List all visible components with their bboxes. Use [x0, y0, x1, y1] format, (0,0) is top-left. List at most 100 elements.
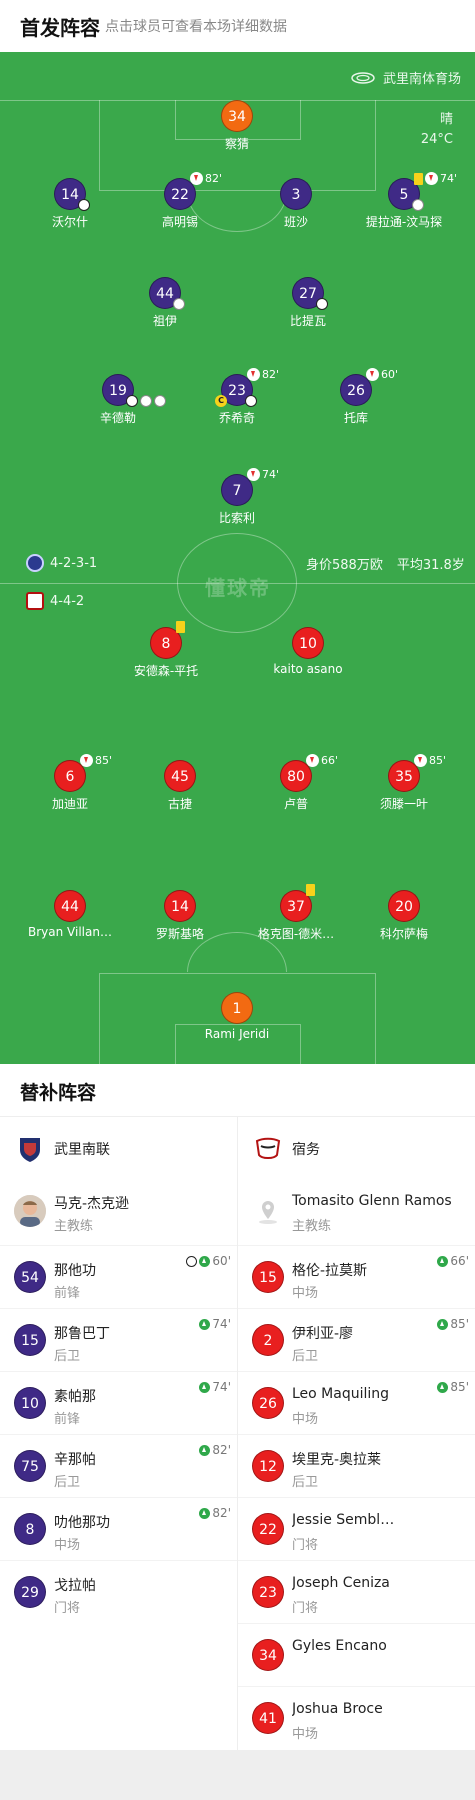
- home-player[interactable]: 22 82' 高明锡: [120, 172, 240, 230]
- sub-in-icon: [199, 1318, 211, 1330]
- sub-name: Gyles Encano: [292, 1638, 387, 1654]
- home-formation-row: 4-2-3-1: [26, 554, 97, 572]
- away-player[interactable]: 14 罗斯基咯: [120, 890, 240, 942]
- home-player[interactable]: 3 班沙: [236, 178, 356, 230]
- sub-number: 2: [252, 1324, 284, 1356]
- home-player[interactable]: 44 祖伊: [105, 277, 225, 329]
- home-crest-icon: [26, 554, 44, 572]
- home-team-row[interactable]: 武里南联: [0, 1117, 237, 1181]
- sub-in-minute: 66': [450, 1254, 469, 1268]
- sub-player-row[interactable]: 12 埃里克-奥拉莱 后卫: [238, 1434, 475, 1497]
- sub-name: 格伦-拉莫斯: [292, 1263, 368, 1279]
- sub-player-row[interactable]: 15 格伦-拉莫斯 中场 66': [238, 1245, 475, 1308]
- card-badge: [306, 884, 315, 896]
- sub-out-badge: 82': [247, 368, 279, 381]
- player-name: 察猜: [224, 137, 249, 151]
- sub-number: 15: [14, 1324, 46, 1356]
- player-number: 44: [54, 890, 86, 922]
- away-player[interactable]: 45 古捷: [120, 760, 240, 812]
- away-team-row[interactable]: 宿务: [238, 1117, 475, 1181]
- sub-player-row[interactable]: 26 Leo Maquiling 中场 85': [238, 1371, 475, 1434]
- sub-out-badge: 74': [247, 468, 279, 481]
- yellow-card-icon: [306, 884, 315, 896]
- sub-in-badge: 74': [199, 1317, 231, 1331]
- home-player[interactable]: 26 60' 托库: [296, 368, 416, 426]
- home-coach-row[interactable]: 马克-杰克逊 主教练: [0, 1181, 237, 1245]
- sub-position: 前锋: [54, 1286, 81, 1301]
- card-badge: [176, 621, 185, 633]
- sub-name: 伊利亚-廖: [292, 1326, 354, 1342]
- coach-role: 主教练: [292, 1219, 332, 1234]
- sub-name: Jessie Sembl…: [292, 1512, 395, 1528]
- venue-info: 武里南体育场: [351, 68, 461, 87]
- sub-player-row[interactable]: 2 伊利亚-廖 后卫 85': [238, 1308, 475, 1371]
- sub-number: 26: [252, 1387, 284, 1419]
- away-player[interactable]: 6 85' 加迪亚: [10, 754, 130, 812]
- sub-player-row[interactable]: 41 Joshua Broce 中场: [238, 1686, 475, 1749]
- sub-out-icon: [247, 368, 260, 381]
- sub-number: 34: [252, 1639, 284, 1671]
- sub-player-row[interactable]: 75 辛那帕 后卫 82': [0, 1434, 237, 1497]
- sub-name: 戈拉帕: [54, 1578, 96, 1594]
- sub-position: 中场: [292, 1286, 319, 1301]
- yellow-card-icon: [414, 172, 423, 185]
- sub-out-icon: [366, 368, 379, 381]
- watermark-logo: 懂球帝: [205, 576, 271, 600]
- sub-in-minute: 82': [212, 1506, 231, 1520]
- player-name: Rami Jeridi: [204, 1027, 270, 1041]
- sub-player-row[interactable]: 22 Jessie Sembl… 门将: [238, 1497, 475, 1560]
- sub-player-row[interactable]: 34 Gyles Encano: [238, 1623, 475, 1686]
- home-player[interactable]: 27 比提瓦: [248, 277, 368, 329]
- sub-player-row[interactable]: 29 戈拉帕 门将: [0, 1560, 237, 1623]
- sub-out-icon: [190, 172, 203, 185]
- away-player[interactable]: 10 kaito asano: [248, 627, 368, 676]
- sub-player-row[interactable]: 23 Joseph Ceniza 门将: [238, 1560, 475, 1623]
- sub-player-row[interactable]: 10 素帕那 前锋 74': [0, 1371, 237, 1434]
- sub-position: 中场: [54, 1538, 81, 1553]
- sub-position: 后卫: [54, 1475, 81, 1490]
- sub-minute: 85': [429, 754, 447, 767]
- away-player[interactable]: 20 科尔萨梅: [344, 890, 464, 942]
- sub-player-row[interactable]: 15 那鲁巴丁 后卫 74': [0, 1308, 237, 1371]
- sub-player-row[interactable]: 54 那他功 前锋 60': [0, 1245, 237, 1308]
- sub-out-icon: [306, 754, 319, 767]
- home-player[interactable]: 23 82' C 乔希奇: [177, 368, 297, 426]
- away-team-crest-icon: [255, 1137, 281, 1159]
- away-player[interactable]: 8 安德森-平托: [106, 621, 226, 679]
- sub-in-badge: 85': [437, 1380, 469, 1394]
- player-number: 45: [164, 760, 196, 792]
- sub-out-badge: 85': [80, 754, 112, 767]
- away-player-gk[interactable]: 1 Rami Jeridi: [177, 992, 297, 1041]
- coach-name: 马克-杰克逊: [54, 1196, 130, 1212]
- home-player[interactable]: 19 辛德勒: [58, 374, 178, 426]
- away-coach-row[interactable]: Tomasito Glenn Ramos 主教练: [238, 1181, 475, 1245]
- sub-out-badge: 60': [366, 368, 398, 381]
- goal-ball-icon: [186, 1255, 198, 1267]
- home-player[interactable]: 5 74' 提拉通-汶马探: [344, 172, 464, 230]
- sub-player-row[interactable]: 8 叻他那功 中场 82': [0, 1497, 237, 1560]
- sub-minute: 66': [321, 754, 339, 767]
- player-name: 乔希奇: [218, 411, 255, 425]
- sub-minute: 82': [205, 172, 223, 185]
- sub-number: 15: [252, 1261, 284, 1293]
- home-player[interactable]: 14 沃尔什: [10, 178, 130, 230]
- player-name: 班沙: [283, 215, 308, 229]
- sub-in-minute: 85': [450, 1317, 469, 1331]
- away-player[interactable]: 37 格克图-德米…: [236, 884, 356, 942]
- weather-text: 晴: [439, 112, 453, 127]
- away-player[interactable]: 44 Bryan Villan…: [10, 890, 130, 939]
- home-player[interactable]: 7 74' 比索利: [177, 468, 297, 526]
- sub-number: 75: [14, 1450, 46, 1482]
- sub-position: 门将: [292, 1538, 319, 1553]
- player-number: 10: [292, 627, 324, 659]
- player-name: 格克图-德米…: [257, 927, 335, 941]
- sub-in-badge: 85': [437, 1317, 469, 1331]
- sub-in-minute: 60': [212, 1254, 231, 1268]
- sub-name: 辛那帕: [54, 1452, 96, 1468]
- away-player[interactable]: 80 66' 卢普: [236, 754, 356, 812]
- away-player[interactable]: 35 85' 须滕一叶: [344, 754, 464, 812]
- sub-minute: 74': [440, 172, 458, 185]
- player-name: 古捷: [167, 797, 192, 811]
- player-name: 比索利: [218, 511, 255, 525]
- home-player-gk[interactable]: 34 察猜: [177, 100, 297, 152]
